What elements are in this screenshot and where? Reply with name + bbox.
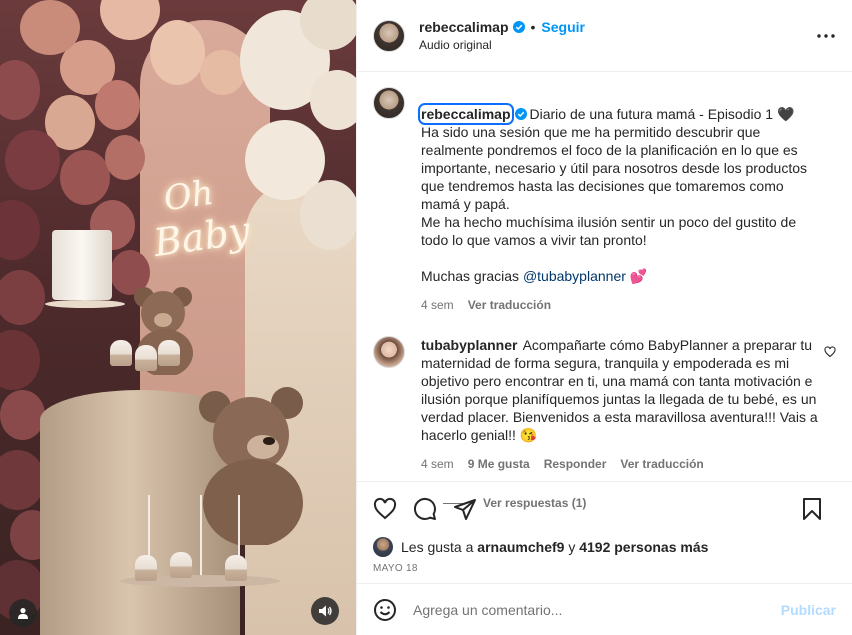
- comment: tubabyplanner Acompañarte cómo BabyPlann…: [373, 336, 836, 473]
- mention-link[interactable]: @tubabyplanner: [523, 268, 626, 284]
- cake-pop-stick: [200, 495, 202, 575]
- comment-like-heart-icon[interactable]: [824, 346, 836, 358]
- comment-bubble-icon: [413, 497, 436, 520]
- liker-username[interactable]: arnaumchef9: [477, 539, 564, 555]
- caption-thanks-text: Muchas gracias: [421, 268, 523, 284]
- comment-composer: Publicar: [357, 583, 852, 635]
- balloon: [0, 270, 45, 325]
- cake-stand: [45, 300, 125, 308]
- user-tag-icon: [18, 608, 28, 619]
- cupcake: [135, 555, 157, 581]
- audio-label[interactable]: Audio original: [419, 38, 585, 52]
- neon-sign-line-1: Oh: [161, 172, 217, 220]
- balloon: [0, 390, 45, 440]
- cupcake: [110, 340, 132, 366]
- heart-icon: [373, 497, 397, 520]
- author-info: rebeccalimap • Seguir Audio original: [419, 19, 585, 52]
- balloon: [95, 80, 140, 130]
- smiley-icon[interactable]: [373, 598, 397, 622]
- post-dialog: Oh Baby rebeccalimap • Seguir Audio orig…: [0, 0, 852, 635]
- cupcake: [225, 555, 247, 581]
- teddy-bear-large: [199, 387, 303, 545]
- cupcake: [170, 552, 192, 578]
- reply-button[interactable]: Responder: [544, 455, 607, 473]
- balloon: [20, 0, 80, 55]
- balloon: [105, 135, 145, 180]
- comment-meta: 4 sem 9 Me gusta Responder Ver traducció…: [421, 455, 821, 473]
- balloon: [0, 450, 45, 510]
- post-details-panel: rebeccalimap • Seguir Audio original reb…: [356, 0, 852, 635]
- post-date[interactable]: MAYO 18: [357, 563, 852, 574]
- cupcake: [135, 345, 157, 371]
- comments-section: rebeccalimap Diario de una futura mamá - …: [357, 73, 852, 510]
- paper-plane-icon: [454, 499, 476, 520]
- caption-meta: 4 sem Ver traducción: [421, 296, 821, 314]
- action-bar: [357, 482, 852, 536]
- liker-avatar[interactable]: [373, 537, 393, 557]
- caption-timestamp[interactable]: 4 sem: [421, 296, 454, 314]
- balloon: [60, 150, 110, 205]
- commenter-avatar[interactable]: [373, 336, 405, 368]
- more-options-icon: [817, 34, 835, 38]
- mute-toggle-button[interactable]: [311, 597, 339, 625]
- neon-sign: Oh Baby: [143, 163, 267, 287]
- author-username[interactable]: rebeccalimap: [419, 19, 509, 35]
- tagged-users-button[interactable]: [9, 599, 37, 627]
- speaker-icon: [319, 605, 332, 617]
- share-button[interactable]: [453, 497, 477, 521]
- like-button[interactable]: [373, 497, 397, 521]
- cake: [52, 230, 112, 300]
- balloon: [0, 200, 40, 260]
- post-comment-button[interactable]: Publicar: [781, 602, 836, 618]
- post-actions: Les gusta a arnaumchef9 y 4192 personas …: [357, 481, 852, 635]
- caption-body: rebeccalimap Diario de una futura mamá - …: [418, 87, 821, 314]
- cupcake: [158, 340, 180, 366]
- comment-body: tubabyplanner Acompañarte cómo BabyPlann…: [421, 336, 821, 473]
- balloon: [300, 180, 356, 250]
- comment-likes-count[interactable]: 9 Me gusta: [468, 455, 530, 473]
- verified-badge-icon: [512, 21, 525, 33]
- balloon: [5, 130, 60, 190]
- caption-avatar[interactable]: [373, 87, 405, 119]
- balloon: [200, 50, 245, 95]
- save-button[interactable]: [800, 497, 824, 521]
- comment-input[interactable]: [413, 601, 781, 618]
- balloon: [310, 70, 356, 130]
- caption-line-1: Diario de una futura mamá - Episodio 1 🖤: [529, 106, 795, 122]
- balloon: [150, 20, 205, 85]
- balloon: [100, 0, 160, 40]
- comment-translate-button[interactable]: Ver traducción: [620, 455, 703, 473]
- more-options-button[interactable]: [816, 26, 836, 46]
- verified-badge-icon: [514, 108, 527, 120]
- comment-timestamp[interactable]: 4 sem: [421, 455, 454, 473]
- caption-username[interactable]: rebeccalimap: [418, 103, 514, 125]
- likes-prefix: Les gusta a: [401, 539, 474, 555]
- likes-middle: y: [568, 539, 576, 555]
- comment-button[interactable]: [413, 497, 437, 521]
- likes-summary: Les gusta a arnaumchef9 y 4192 personas …: [357, 536, 852, 558]
- separator-dot: •: [530, 19, 536, 35]
- caption: rebeccalimap Diario de una futura mamá - …: [373, 87, 836, 314]
- caption-emoji: 💕: [625, 268, 648, 284]
- caption-line-2: Ha sido una sesión que me ha permitido d…: [421, 124, 807, 212]
- caption-translate-button[interactable]: Ver traducción: [468, 296, 551, 314]
- balloon: [0, 60, 40, 120]
- author-avatar[interactable]: [373, 19, 405, 52]
- bookmark-icon: [803, 498, 821, 520]
- follow-button[interactable]: Seguir: [541, 19, 585, 35]
- likes-count[interactable]: 4192 personas más: [579, 539, 708, 555]
- caption-line-3: Me ha hecho muchísima ilusión sentir un …: [421, 214, 797, 248]
- post-media[interactable]: Oh Baby: [0, 0, 356, 635]
- balloon: [0, 330, 40, 390]
- commenter-username[interactable]: tubabyplanner: [421, 337, 517, 353]
- post-header: rebeccalimap • Seguir Audio original: [357, 0, 852, 72]
